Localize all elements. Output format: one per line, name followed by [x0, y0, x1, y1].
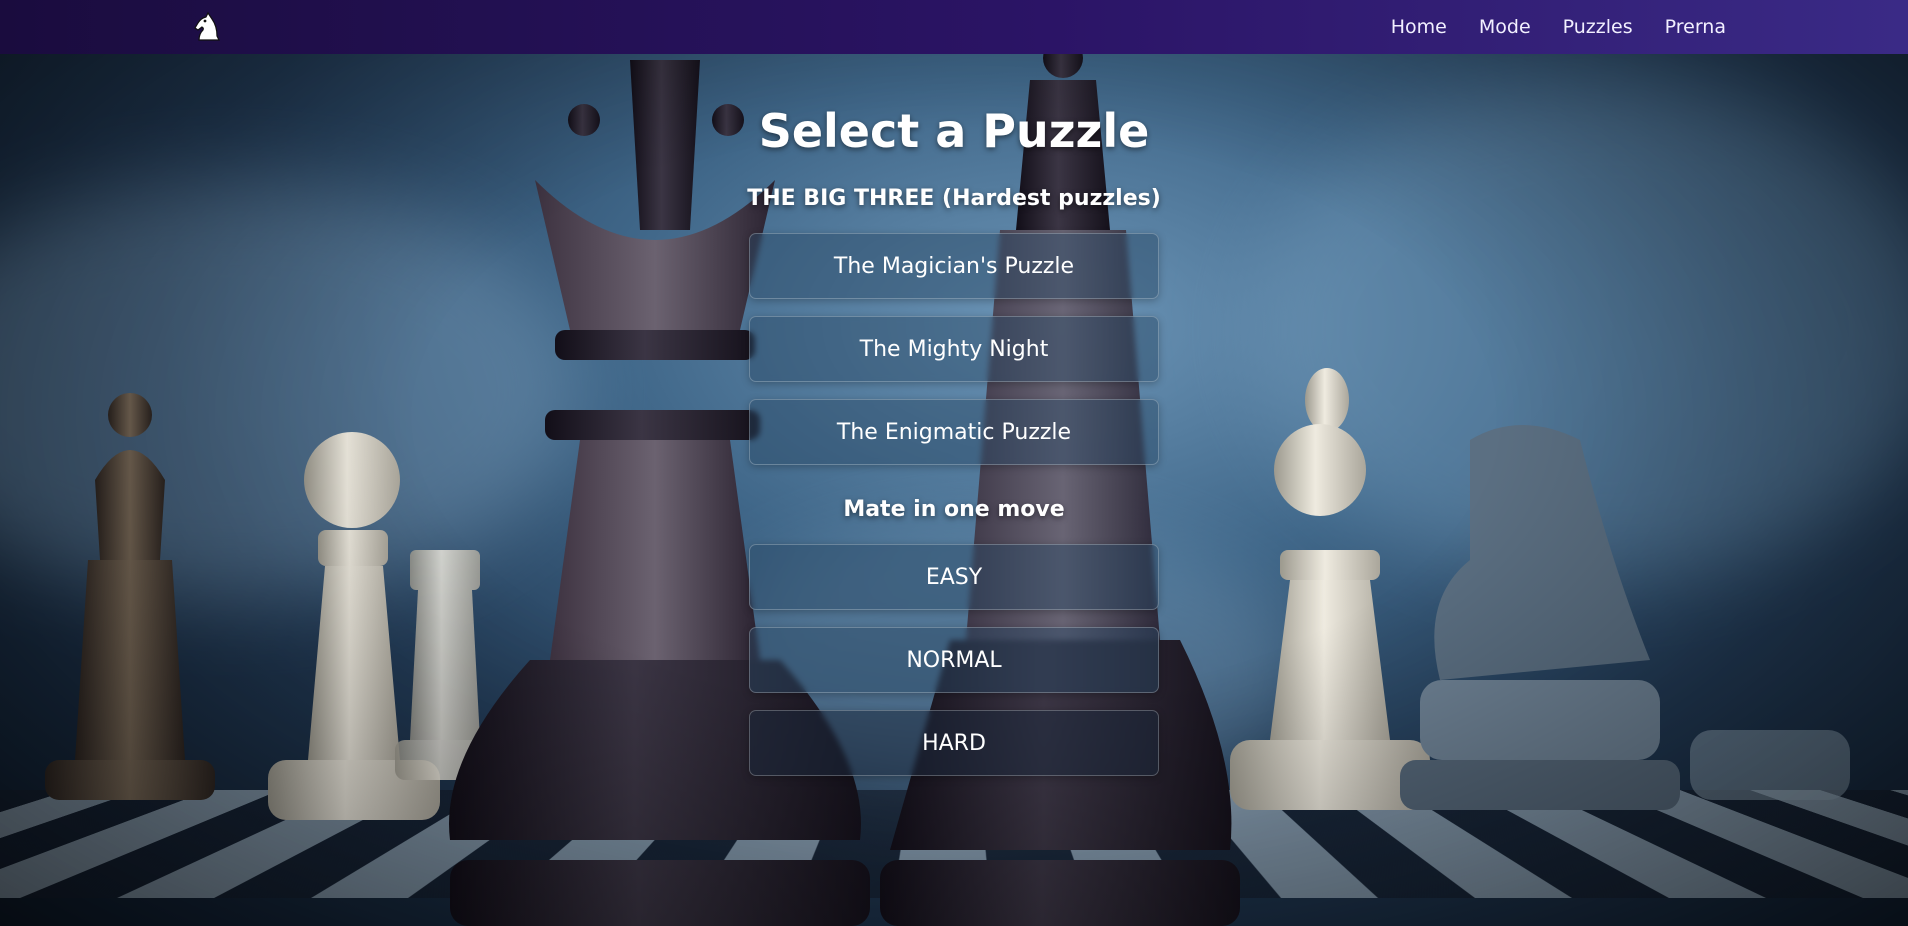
big-three-heading: THE BIG THREE (Hardest puzzles) [747, 186, 1161, 211]
page-title: Select a Puzzle [758, 104, 1150, 158]
puzzle-button-magicians[interactable]: The Magician's Puzzle [749, 233, 1159, 299]
puzzle-button-mighty-night[interactable]: The Mighty Night [749, 316, 1159, 382]
difficulty-button-easy[interactable]: EASY [749, 544, 1159, 610]
difficulty-button-hard[interactable]: HARD [749, 710, 1159, 776]
nav-links: Home Mode Puzzles Prerna [1391, 0, 1726, 54]
puzzle-selection-panel: Select a Puzzle THE BIG THREE (Hardest p… [0, 54, 1908, 776]
nav-link-home[interactable]: Home [1391, 16, 1447, 38]
nav-link-mode[interactable]: Mode [1479, 16, 1531, 38]
page-background: Home Mode Puzzles Prerna Select a Puzzle… [0, 0, 1908, 926]
top-navbar: Home Mode Puzzles Prerna [0, 0, 1908, 54]
big-three-puzzle-list: The Magician's Puzzle The Mighty Night T… [749, 211, 1159, 465]
puzzle-button-enigmatic[interactable]: The Enigmatic Puzzle [749, 399, 1159, 465]
difficulty-list: EASY NORMAL HARD [749, 522, 1159, 776]
nav-link-puzzles[interactable]: Puzzles [1563, 16, 1633, 38]
chess-knight-icon[interactable] [190, 10, 224, 44]
mate-in-one-heading: Mate in one move [843, 497, 1065, 522]
difficulty-button-normal[interactable]: NORMAL [749, 627, 1159, 693]
nav-link-prerna[interactable]: Prerna [1665, 16, 1726, 38]
